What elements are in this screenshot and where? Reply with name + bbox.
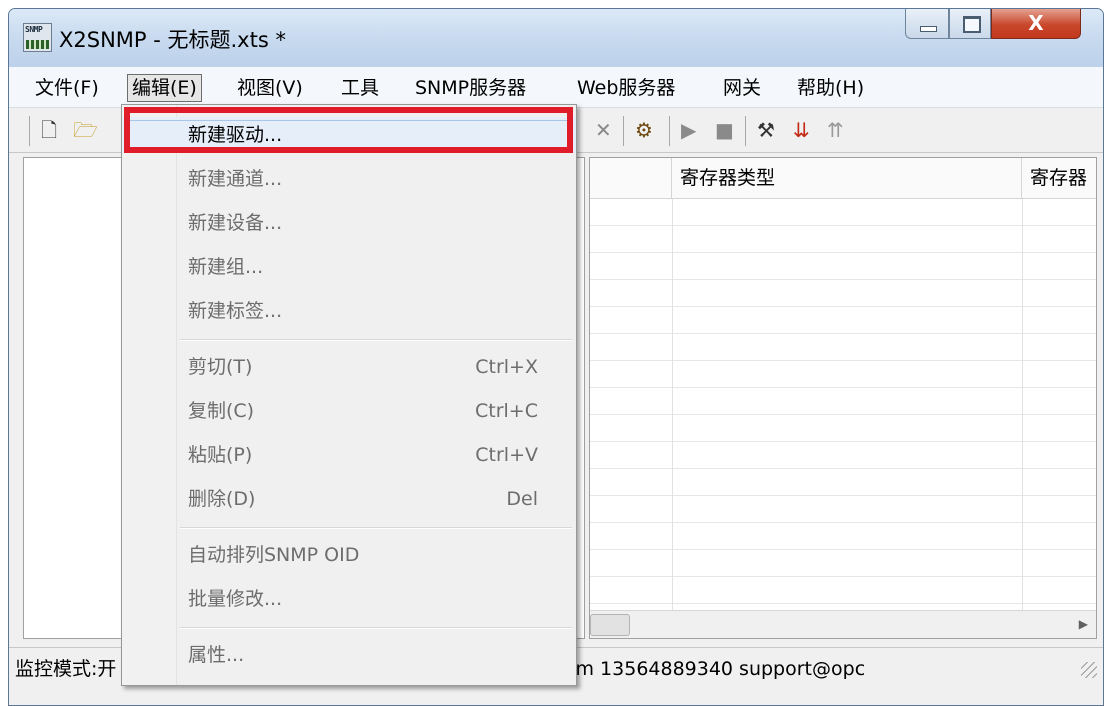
scrollbar-thumb[interactable] [590, 614, 630, 636]
grid-column-line [672, 199, 673, 610]
menu-item-new-device[interactable]: 新建设备... [122, 205, 576, 241]
menu-web-server[interactable]: Web服务器 [573, 75, 679, 101]
toolbar-separator [669, 116, 670, 146]
maximize-button[interactable] [949, 9, 991, 39]
menu-gateway[interactable]: 网关 [719, 75, 765, 101]
close-icon: X [1028, 11, 1044, 35]
menu-item-label: 粘贴(P) [188, 444, 253, 466]
menu-item-label: 复制(C) [188, 400, 255, 422]
stop-icon[interactable]: ■ [715, 119, 734, 141]
menu-item-label: 剪切(T) [188, 356, 253, 378]
window-title: X2SNMP - 无标题.xts * [59, 28, 286, 52]
maximize-icon [963, 16, 981, 33]
menu-item-label: 新建组... [188, 256, 264, 278]
menu-view[interactable]: 视图(V) [233, 75, 307, 101]
grid-column-line [1022, 199, 1023, 610]
wizard-icon[interactable]: ⚙ [635, 119, 653, 141]
menu-item-label: 新建设备... [188, 212, 283, 234]
menu-separator [180, 627, 572, 629]
menu-item-auto-arrange-oid[interactable]: 自动排列SNMP OID [122, 537, 576, 573]
app-icon-bars [26, 40, 49, 49]
menu-item-label: 删除(D) [188, 488, 256, 510]
upload-icon[interactable]: ⇈ [827, 119, 844, 141]
menu-file[interactable]: 文件(F) [31, 75, 103, 101]
grid-header: 寄存器类型 寄存器 [590, 158, 1096, 199]
minimize-button[interactable] [905, 9, 949, 39]
tools-icon[interactable]: ⚒ [757, 119, 775, 141]
menu-item-label: 属性... [188, 644, 245, 666]
scroll-right-icon[interactable]: ▶ [1079, 613, 1088, 635]
toolbar-separator [29, 116, 30, 146]
menu-item-label: 新建通道... [188, 168, 283, 190]
menu-separator [180, 527, 572, 529]
menu-item-label: 批量修改... [188, 588, 283, 610]
menu-item-copy[interactable]: 复制(C) Ctrl+C [122, 393, 576, 429]
play-icon[interactable]: ▶ [681, 119, 696, 141]
menu-item-new-driver[interactable]: 新建驱动... [122, 117, 576, 153]
menu-item-paste[interactable]: 粘贴(P) Ctrl+V [122, 437, 576, 473]
toolbar-separator [623, 116, 624, 146]
menu-item-cut[interactable]: 剪切(T) Ctrl+X [122, 349, 576, 385]
tag-grid[interactable]: 寄存器类型 寄存器 ▶ [589, 157, 1097, 639]
app-icon-label: SNMP [25, 25, 43, 34]
open-folder-icon[interactable]: 🗁 [73, 119, 98, 141]
menu-edit[interactable]: 编辑(E) [127, 74, 202, 102]
menu-item-shortcut: Ctrl+V [475, 444, 538, 466]
column-header-register[interactable]: 寄存器 [1022, 158, 1096, 198]
menu-item-label: 新建标签... [188, 300, 283, 322]
menu-item-shortcut: Del [506, 488, 538, 510]
menu-item-batch-edit[interactable]: 批量修改... [122, 581, 576, 617]
toolbar-separator [745, 116, 746, 146]
menu-item-shortcut: Ctrl+X [475, 356, 538, 378]
menu-separator [180, 339, 572, 341]
app-icon: SNMP [23, 23, 52, 52]
menu-item-delete[interactable]: 删除(D) Del [122, 481, 576, 517]
horizontal-scrollbar[interactable]: ▶ [590, 610, 1096, 638]
column-header-blank[interactable] [590, 158, 672, 198]
menu-snmp-server[interactable]: SNMP服务器 [411, 75, 530, 101]
menu-tools[interactable]: 工具 [337, 75, 383, 101]
menu-item-properties[interactable]: 属性... [122, 637, 576, 673]
menu-item-shortcut: Ctrl+C [475, 400, 538, 422]
resize-grip-icon[interactable] [1081, 662, 1097, 678]
grid-rows [590, 199, 1096, 610]
menu-item-new-channel[interactable]: 新建通道... [122, 161, 576, 197]
column-header-register-type[interactable]: 寄存器类型 [672, 158, 1022, 198]
menu-item-label: 新建驱动... [188, 124, 283, 146]
delete-icon[interactable]: ✕ [595, 119, 612, 141]
title-bar[interactable]: SNMP X2SNMP - 无标题.xts * X [9, 9, 1103, 67]
minimize-icon [920, 26, 937, 32]
menu-bar: 文件(F) 编辑(E) 视图(V) 工具 SNMP服务器 Web服务器 网关 帮… [9, 67, 1103, 108]
close-button[interactable]: X [991, 9, 1081, 39]
menu-item-new-tag[interactable]: 新建标签... [122, 293, 576, 329]
new-file-icon[interactable]: 🗋 [41, 119, 57, 141]
menu-item-label: 自动排列SNMP OID [188, 544, 360, 566]
load-icon[interactable]: ⇊ [793, 119, 810, 141]
menu-item-new-group[interactable]: 新建组... [122, 249, 576, 285]
edit-menu-dropdown: 新建驱动... 新建通道... 新建设备... 新建组... 新建标签... 剪… [121, 104, 577, 686]
menu-help[interactable]: 帮助(H) [793, 75, 868, 101]
